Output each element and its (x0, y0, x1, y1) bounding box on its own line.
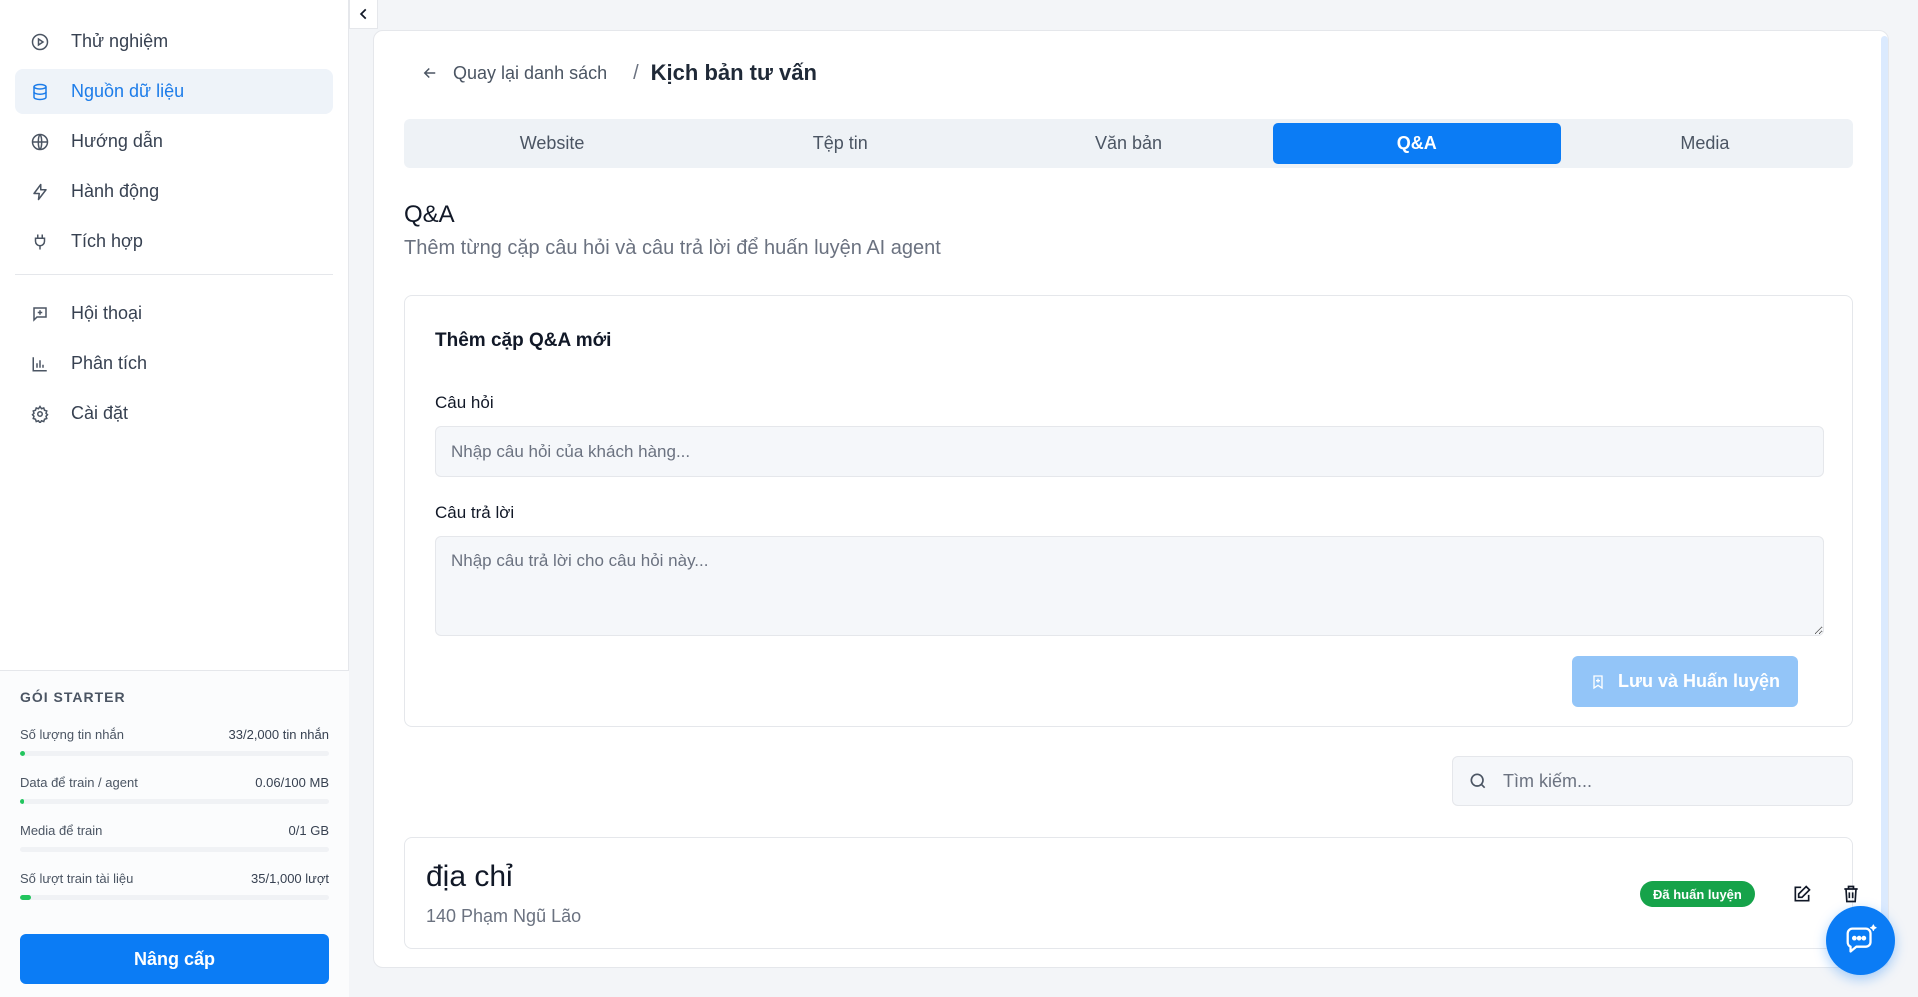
breadcrumb-separator: / (633, 61, 639, 84)
usage-bar-fill (20, 799, 24, 804)
usage-label: Media để train (20, 823, 103, 838)
save-and-train-label: Lưu và Huấn luyện (1617, 671, 1781, 691)
answer-label: Câu trả lời (435, 503, 515, 522)
sidebar-divider (15, 274, 333, 275)
page-title: Kịch bản tư vấn (650, 60, 817, 85)
add-qa-form: Thêm cặp Q&A mới Câu hỏi Câu trả lời Lưu… (404, 295, 1853, 727)
arrow-left-icon (421, 64, 439, 82)
sidebar: Thử nghiệm Nguồn dữ liệu Hướng dẫn Hành … (0, 0, 349, 997)
bookmark-plus-icon (1590, 674, 1606, 690)
usage-label: Data để train / agent (20, 775, 138, 790)
sidebar-item-thu-nghiem[interactable]: Thử nghiệm (15, 19, 333, 64)
sidebar-item-label: Hội thoại (71, 303, 143, 323)
trash-icon[interactable] (1837, 880, 1865, 908)
sidebar-item-label: Thử nghiệm (71, 31, 169, 51)
usage-messages: Số lượng tin nhắn 33/2,000 tin nhắn (20, 727, 329, 756)
usage-bar-fill (20, 751, 26, 756)
usage-label: Số lượng tin nhắn (20, 727, 124, 742)
sidebar-item-label: Cài đặt (71, 403, 129, 423)
scrollbar[interactable] (1881, 36, 1888, 966)
chat-widget-button[interactable] (1826, 906, 1895, 975)
search-input[interactable] (1503, 770, 1843, 792)
plug-icon (29, 231, 51, 253)
message-plus-icon (29, 303, 51, 325)
usage-bar (20, 751, 329, 756)
breadcrumb: Quay lại danh sách / Kịch bản tư vấn (421, 56, 817, 90)
usage-bar (20, 847, 329, 852)
sidebar-item-huong-dan[interactable]: Hướng dẫn (15, 119, 333, 164)
qa-item: địa chỉ 140 Phạm Ngũ Lão Đã huấn luyện (404, 837, 1858, 949)
qa-answer: 140 Phạm Ngũ Lão (426, 906, 582, 926)
sidebar-item-label: Tích hợp (71, 231, 143, 251)
sidebar-item-label: Hành động (71, 181, 160, 201)
sidebar-item-nguon-du-lieu[interactable]: Nguồn dữ liệu (15, 69, 333, 114)
form-title: Thêm cặp Q&A mới (435, 330, 612, 351)
save-and-train-button[interactable]: Lưu và Huấn luyện (1572, 656, 1798, 707)
tab-files[interactable]: Tệp tin (696, 123, 984, 164)
usage-bar (20, 895, 329, 900)
collapse-sidebar-button[interactable] (349, 0, 378, 29)
globe-icon (29, 131, 51, 153)
chat-sparkle-icon (1842, 922, 1880, 960)
database-icon (29, 81, 51, 103)
qa-question: địa chỉ (426, 860, 513, 893)
usage-value: 33/2,000 tin nhắn (228, 727, 329, 742)
usage-label: Số lượt train tài liệu (20, 871, 134, 886)
usage-bar (20, 799, 329, 804)
tab-website[interactable]: Website (408, 123, 696, 164)
plan-title: GÓI STARTER (20, 689, 126, 705)
sidebar-item-label: Phân tích (71, 353, 148, 373)
search-box (1452, 756, 1853, 806)
usage-train-docs: Số lượt train tài liệu 35/1,000 lượt (20, 871, 329, 900)
back-to-list-link[interactable]: Quay lại danh sách (421, 63, 607, 84)
usage-bar-fill (20, 895, 31, 900)
play-circle-icon (29, 31, 51, 53)
plan-panel: GÓI STARTER Số lượng tin nhắn 33/2,000 ti… (0, 670, 349, 997)
tab-qa[interactable]: Q&A (1272, 123, 1561, 164)
sidebar-item-hanh-dong[interactable]: Hành động (15, 169, 333, 214)
lightning-icon (29, 181, 51, 203)
answer-textarea[interactable] (435, 536, 1824, 636)
question-input[interactable] (435, 426, 1824, 477)
question-label: Câu hỏi (435, 393, 494, 412)
usage-value: 35/1,000 lượt (251, 871, 329, 886)
usage-value: 0/1 GB (288, 823, 329, 838)
search-icon (1468, 771, 1488, 791)
edit-icon[interactable] (1788, 880, 1816, 908)
sidebar-item-phan-tich[interactable]: Phân tích (15, 341, 333, 386)
status-badge: Đã huấn luyện (1640, 881, 1755, 907)
tab-text[interactable]: Văn bản (984, 123, 1272, 164)
gear-icon (29, 403, 51, 425)
upgrade-button[interactable]: Nâng cấp (20, 934, 329, 984)
usage-media: Media để train 0/1 GB (20, 823, 329, 852)
section-title: Q&A (404, 201, 455, 228)
sidebar-item-hoi-thoai[interactable]: Hội thoại (15, 291, 333, 336)
usage-train-data: Data để train / agent 0.06/100 MB (20, 775, 329, 804)
section-subtitle: Thêm từng cặp câu hỏi và câu trả lời để … (404, 237, 941, 259)
sidebar-nav-secondary: Hội thoại Phân tích Cài đặt (0, 291, 348, 436)
back-to-list-label: Quay lại danh sách (453, 62, 608, 83)
bar-chart-icon (29, 353, 51, 375)
main-content: Quay lại danh sách / Kịch bản tư vấn Web… (373, 30, 1889, 968)
chevron-left-icon (357, 7, 371, 21)
sidebar-item-label: Hướng dẫn (71, 131, 163, 151)
tab-media[interactable]: Media (1561, 123, 1849, 164)
source-tabs: Website Tệp tin Văn bản Q&A Media (404, 119, 1853, 168)
sidebar-item-cai-dat[interactable]: Cài đặt (15, 391, 333, 436)
usage-value: 0.06/100 MB (255, 775, 329, 790)
sidebar-item-tich-hop[interactable]: Tích hợp (15, 219, 333, 264)
sidebar-item-label: Nguồn dữ liệu (71, 81, 185, 101)
sidebar-nav: Thử nghiệm Nguồn dữ liệu Hướng dẫn Hành … (0, 0, 348, 264)
